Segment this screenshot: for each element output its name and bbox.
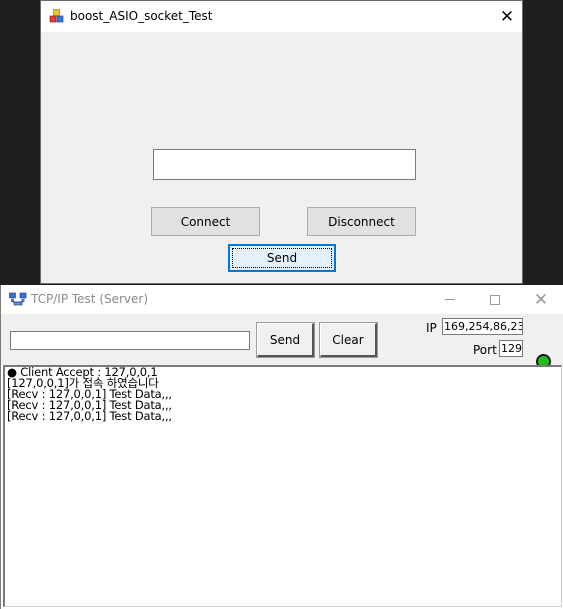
window-title: TCP/IP Test (Server) xyxy=(31,292,149,306)
close-icon[interactable]: ✕ xyxy=(518,285,563,314)
ip-field[interactable]: 169,254,86,238 xyxy=(442,318,523,335)
maximize-icon[interactable] xyxy=(472,285,518,314)
message-input[interactable] xyxy=(10,331,250,350)
send-button[interactable]: Send xyxy=(228,244,336,272)
close-icon[interactable]: ✕ xyxy=(492,1,522,32)
minimize-icon[interactable] xyxy=(427,285,473,314)
clear-button[interactable]: Clear xyxy=(319,322,378,358)
port-field[interactable]: 129 xyxy=(499,340,523,357)
connect-button[interactable]: Connect xyxy=(151,207,260,236)
port-label: Port xyxy=(473,343,497,357)
log-line: [Recv : 127,0,0,1] Test Data,,, xyxy=(7,409,172,423)
server-window: TCP/IP Test (Server) ✕ Send Clear IP 169… xyxy=(0,285,563,609)
message-log[interactable]: ● Client Accept : 127,0,0,1 [127,0,0,1]가… xyxy=(3,365,562,607)
client-window: boost_ASIO_socket_Test ✕ Connect Disconn… xyxy=(40,0,523,284)
message-input[interactable] xyxy=(153,149,416,180)
network-computers-icon xyxy=(9,292,27,306)
client-titlebar[interactable]: boost_ASIO_socket_Test ✕ xyxy=(41,1,522,32)
server-toolbar: Send Clear IP 169,254,86,238 Port 129 xyxy=(1,314,563,369)
server-titlebar[interactable]: TCP/IP Test (Server) ✕ xyxy=(1,285,563,314)
disconnect-button[interactable]: Disconnect xyxy=(307,207,416,236)
app-cubes-icon xyxy=(49,8,65,24)
send-button[interactable]: Send xyxy=(256,322,315,358)
window-title: boost_ASIO_socket_Test xyxy=(70,9,213,23)
ip-label: IP xyxy=(426,321,437,335)
